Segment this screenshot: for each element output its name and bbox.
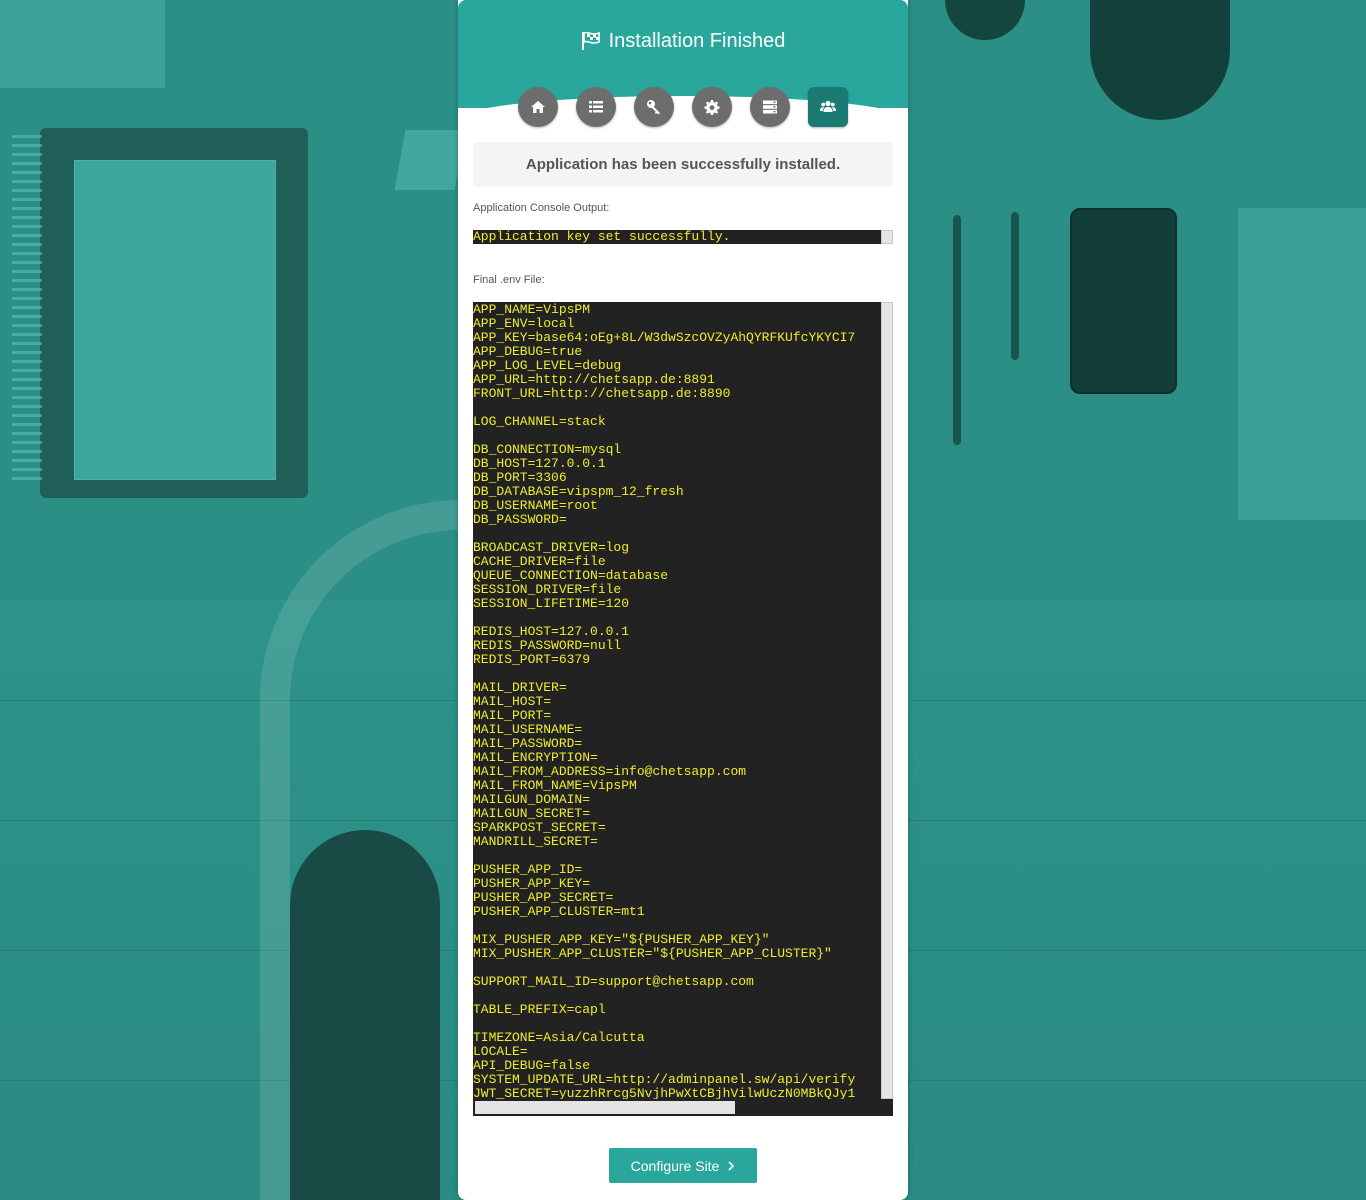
flag-checkered-icon (581, 31, 601, 57)
page-title-text: Installation Finished (608, 30, 786, 52)
background-teapot (1090, 0, 1230, 120)
success-alert: Application has been successfully instal… (473, 142, 893, 187)
step-welcome[interactable] (518, 87, 558, 127)
background-person (290, 830, 440, 1200)
console-output-label: Application Console Output: (473, 202, 610, 214)
step-requirements[interactable] (576, 87, 616, 127)
success-message: Application has been successfully instal… (525, 156, 841, 173)
configure-site-button[interactable]: Configure Site (609, 1148, 757, 1183)
env-file-label: Final .env File: (473, 274, 545, 286)
server-icon (763, 100, 777, 114)
env-vertical-scrollbar[interactable] (881, 302, 893, 1099)
configure-site-label: Configure Site (630, 1157, 720, 1174)
step-database[interactable] (750, 87, 790, 127)
users-icon (820, 100, 836, 112)
list-icon (589, 101, 603, 113)
step-final[interactable] (808, 87, 848, 127)
gear-icon (704, 100, 720, 115)
home-icon (531, 101, 545, 113)
step-permissions[interactable] (634, 87, 674, 127)
background-note (0, 0, 165, 88)
wizard-steps (458, 87, 908, 127)
page-title: Installation Finished (458, 28, 908, 57)
background-book (1238, 208, 1366, 520)
background-mug (945, 0, 1025, 40)
console-output-box[interactable]: Application key set successfully. (473, 230, 893, 244)
installer-card: Installation Finished Application has be… (458, 0, 908, 1200)
console-scrollbar[interactable] (881, 230, 893, 244)
env-file-box[interactable]: APP_NAME=VipsPM APP_ENV=local APP_KEY=ba… (473, 302, 893, 1116)
env-file-text: APP_NAME=VipsPM APP_ENV=local APP_KEY=ba… (473, 302, 856, 1100)
background-phone (1070, 208, 1177, 394)
chevron-right-icon (727, 1158, 735, 1174)
console-output-text: Application key set successfully. (473, 230, 731, 244)
env-horizontal-scrollbar[interactable] (473, 1099, 881, 1116)
step-settings[interactable] (692, 87, 732, 127)
key-icon (647, 100, 660, 115)
